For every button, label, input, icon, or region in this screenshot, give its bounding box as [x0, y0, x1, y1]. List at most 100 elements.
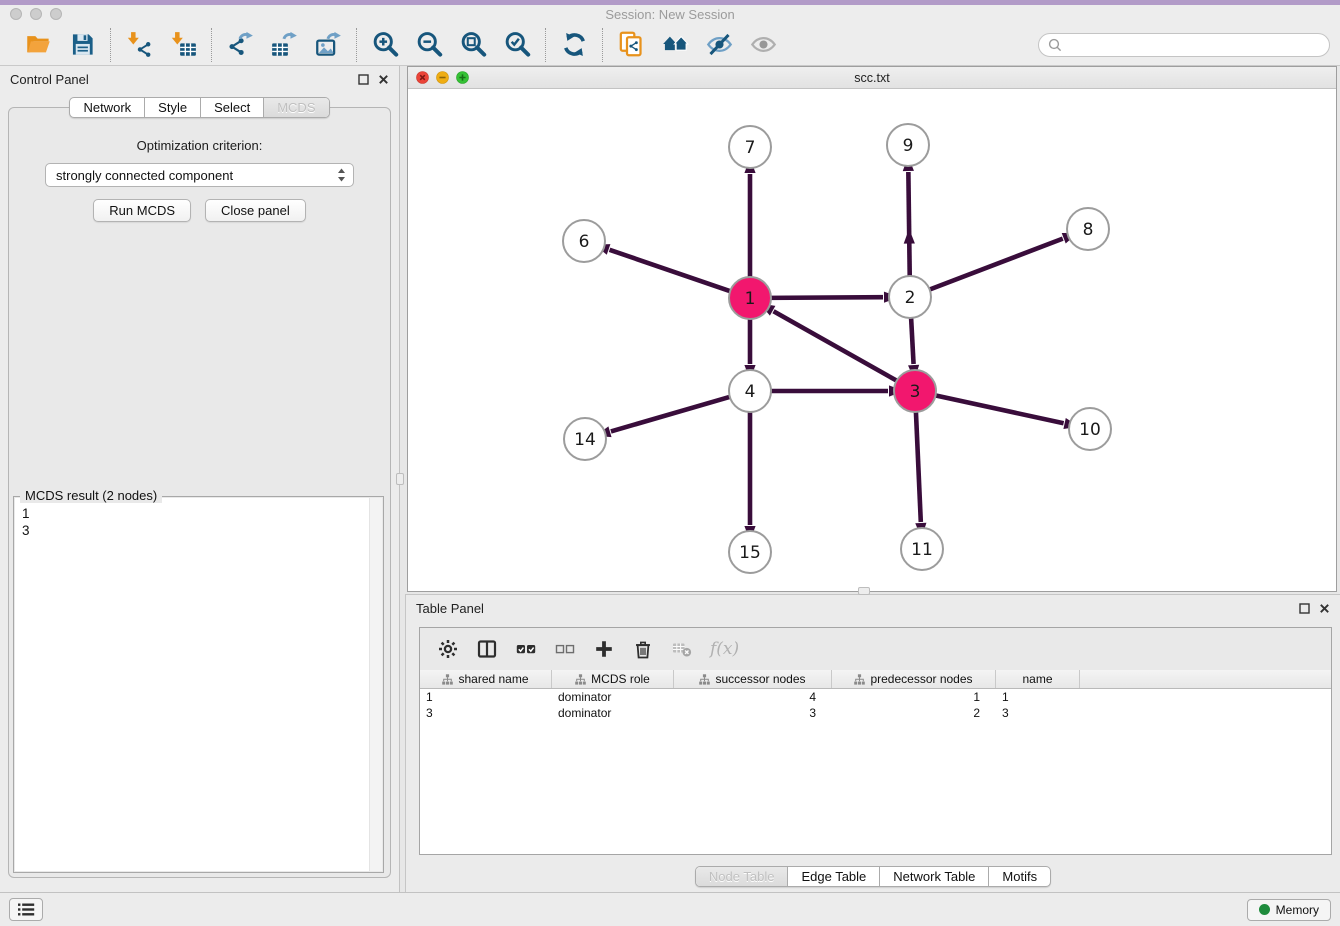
close-panel-button[interactable]: Close panel	[205, 199, 306, 222]
table-row[interactable]: 3dominator323	[420, 705, 1331, 721]
add-row-icon[interactable]	[593, 638, 615, 660]
float-table-panel-icon[interactable]	[1299, 603, 1310, 614]
zoom-selected-icon[interactable]	[500, 28, 534, 62]
import-network-icon[interactable]	[122, 28, 156, 62]
horizontal-splitter-grip[interactable]	[858, 587, 870, 595]
cell-shared-name[interactable]: 3	[420, 705, 552, 721]
zoom-window-icon[interactable]	[50, 8, 62, 20]
graph-edge-3-11[interactable]	[916, 410, 921, 522]
network-minimize-icon[interactable]	[436, 71, 449, 87]
select-all-icon[interactable]	[515, 638, 537, 660]
tab-mcds[interactable]: MCDS	[263, 98, 328, 117]
float-panel-icon[interactable]	[358, 74, 369, 85]
table-settings-icon[interactable]	[437, 638, 459, 660]
criterion-select[interactable]: strongly connected component	[45, 163, 354, 187]
network-canvas[interactable]: 7 9 6 8 1 2 4 3 14 10 15 11	[408, 89, 1336, 591]
tab-select[interactable]: Select	[200, 98, 263, 117]
toolbar-group	[603, 28, 791, 62]
graph-node-3[interactable]: 3	[894, 370, 936, 412]
svg-text:15: 15	[739, 543, 761, 563]
table-tab-edge-table[interactable]: Edge Table	[787, 867, 879, 886]
cell-shared-name[interactable]: 1	[420, 689, 552, 705]
close-table-panel-icon[interactable]	[1319, 603, 1330, 614]
mcds-result-item[interactable]: 1	[22, 505, 382, 522]
graph-edge-3-10[interactable]	[934, 395, 1064, 423]
column-header-shared-name[interactable]: shared name	[420, 670, 552, 688]
toggle-columns-icon[interactable]	[476, 638, 498, 660]
deselect-all-icon[interactable]	[554, 638, 576, 660]
hide-selected-icon[interactable]	[702, 28, 736, 62]
result-scrollbar[interactable]	[369, 498, 382, 871]
graph-edge-2-3[interactable]	[911, 316, 914, 364]
close-window-icon[interactable]	[10, 8, 22, 20]
zoom-in-icon[interactable]	[368, 28, 402, 62]
cell-name[interactable]: 3	[996, 705, 1080, 721]
hierarchy-icon	[575, 674, 586, 685]
delete-table-icon	[671, 638, 693, 660]
status-bar: Memory	[0, 892, 1340, 926]
graph-node-7[interactable]: 7	[729, 126, 771, 168]
search-box[interactable]	[1038, 33, 1330, 57]
graph-node-4[interactable]: 4	[729, 370, 771, 412]
graph-node-6[interactable]: 6	[563, 220, 605, 262]
export-table-icon[interactable]	[267, 28, 301, 62]
table-tab-node-table[interactable]: Node Table	[696, 867, 788, 886]
table-row[interactable]: 1dominator411	[420, 689, 1331, 705]
export-image-icon[interactable]	[311, 28, 345, 62]
close-panel-icon[interactable]	[378, 74, 389, 85]
column-header-mcds-role[interactable]: MCDS role	[552, 670, 674, 688]
copy-network-icon[interactable]	[614, 28, 648, 62]
vertical-splitter-grip[interactable]	[396, 473, 404, 485]
open-session-icon[interactable]	[21, 28, 55, 62]
delete-row-icon[interactable]	[632, 638, 654, 660]
graph-edge-4-14[interactable]	[611, 396, 732, 431]
cell-mcds-role[interactable]: dominator	[552, 689, 674, 705]
cell-predecessor-nodes[interactable]: 1	[832, 689, 996, 705]
import-table-icon[interactable]	[166, 28, 200, 62]
graph-node-10[interactable]: 10	[1069, 408, 1111, 450]
column-header-predecessor-nodes[interactable]: predecessor nodes	[832, 670, 996, 688]
save-session-icon[interactable]	[65, 28, 99, 62]
cell-successor-nodes[interactable]: 3	[674, 705, 832, 721]
apply-layout-icon[interactable]	[557, 28, 591, 62]
table-panel: Table Panel f(x) shared nameMCDS rolesuc…	[405, 594, 1340, 892]
search-input[interactable]	[1067, 36, 1320, 53]
cell-predecessor-nodes[interactable]: 2	[832, 705, 996, 721]
mcds-result-item[interactable]: 3	[22, 522, 382, 539]
mcds-result-list[interactable]: 13	[15, 498, 382, 871]
table-tab-network-table[interactable]: Network Table	[879, 867, 988, 886]
column-header-name[interactable]: name	[996, 670, 1080, 688]
graph-edge-2-8[interactable]	[928, 239, 1063, 291]
minimize-window-icon[interactable]	[30, 8, 42, 20]
graph-edge-2-9[interactable]	[908, 172, 909, 278]
column-label: MCDS role	[591, 672, 650, 686]
graph-node-9[interactable]: 9	[887, 124, 929, 166]
tab-style[interactable]: Style	[144, 98, 200, 117]
mcds-result-groupbox: MCDS result (2 nodes) 13	[13, 496, 384, 873]
graph-node-15[interactable]: 15	[729, 531, 771, 573]
graph-edge-1-2[interactable]	[769, 297, 883, 298]
graph-node-1[interactable]: 1	[729, 277, 771, 319]
cell-name[interactable]: 1	[996, 689, 1080, 705]
zoom-fit-icon[interactable]	[456, 28, 490, 62]
export-network-icon[interactable]	[223, 28, 257, 62]
tab-network[interactable]: Network	[70, 98, 144, 117]
first-neighbors-icon[interactable]	[658, 28, 692, 62]
show-panels-button[interactable]	[9, 898, 43, 921]
table-tab-motifs[interactable]: Motifs	[988, 867, 1050, 886]
cell-successor-nodes[interactable]: 4	[674, 689, 832, 705]
zoom-out-icon[interactable]	[412, 28, 446, 62]
network-zoom-icon[interactable]	[456, 71, 469, 87]
graph-edge-3-1[interactable]	[774, 311, 899, 381]
graph-node-11[interactable]: 11	[901, 528, 943, 570]
graph-node-8[interactable]: 8	[1067, 208, 1109, 250]
graph-edge-1-6[interactable]	[610, 250, 732, 292]
svg-text:7: 7	[745, 138, 756, 158]
run-mcds-button[interactable]: Run MCDS	[93, 199, 191, 222]
cell-mcds-role[interactable]: dominator	[552, 705, 674, 721]
memory-button[interactable]: Memory	[1247, 899, 1331, 921]
graph-node-14[interactable]: 14	[564, 418, 606, 460]
column-header-successor-nodes[interactable]: successor nodes	[674, 670, 832, 688]
network-close-icon[interactable]	[416, 71, 429, 87]
graph-node-2[interactable]: 2	[889, 276, 931, 318]
